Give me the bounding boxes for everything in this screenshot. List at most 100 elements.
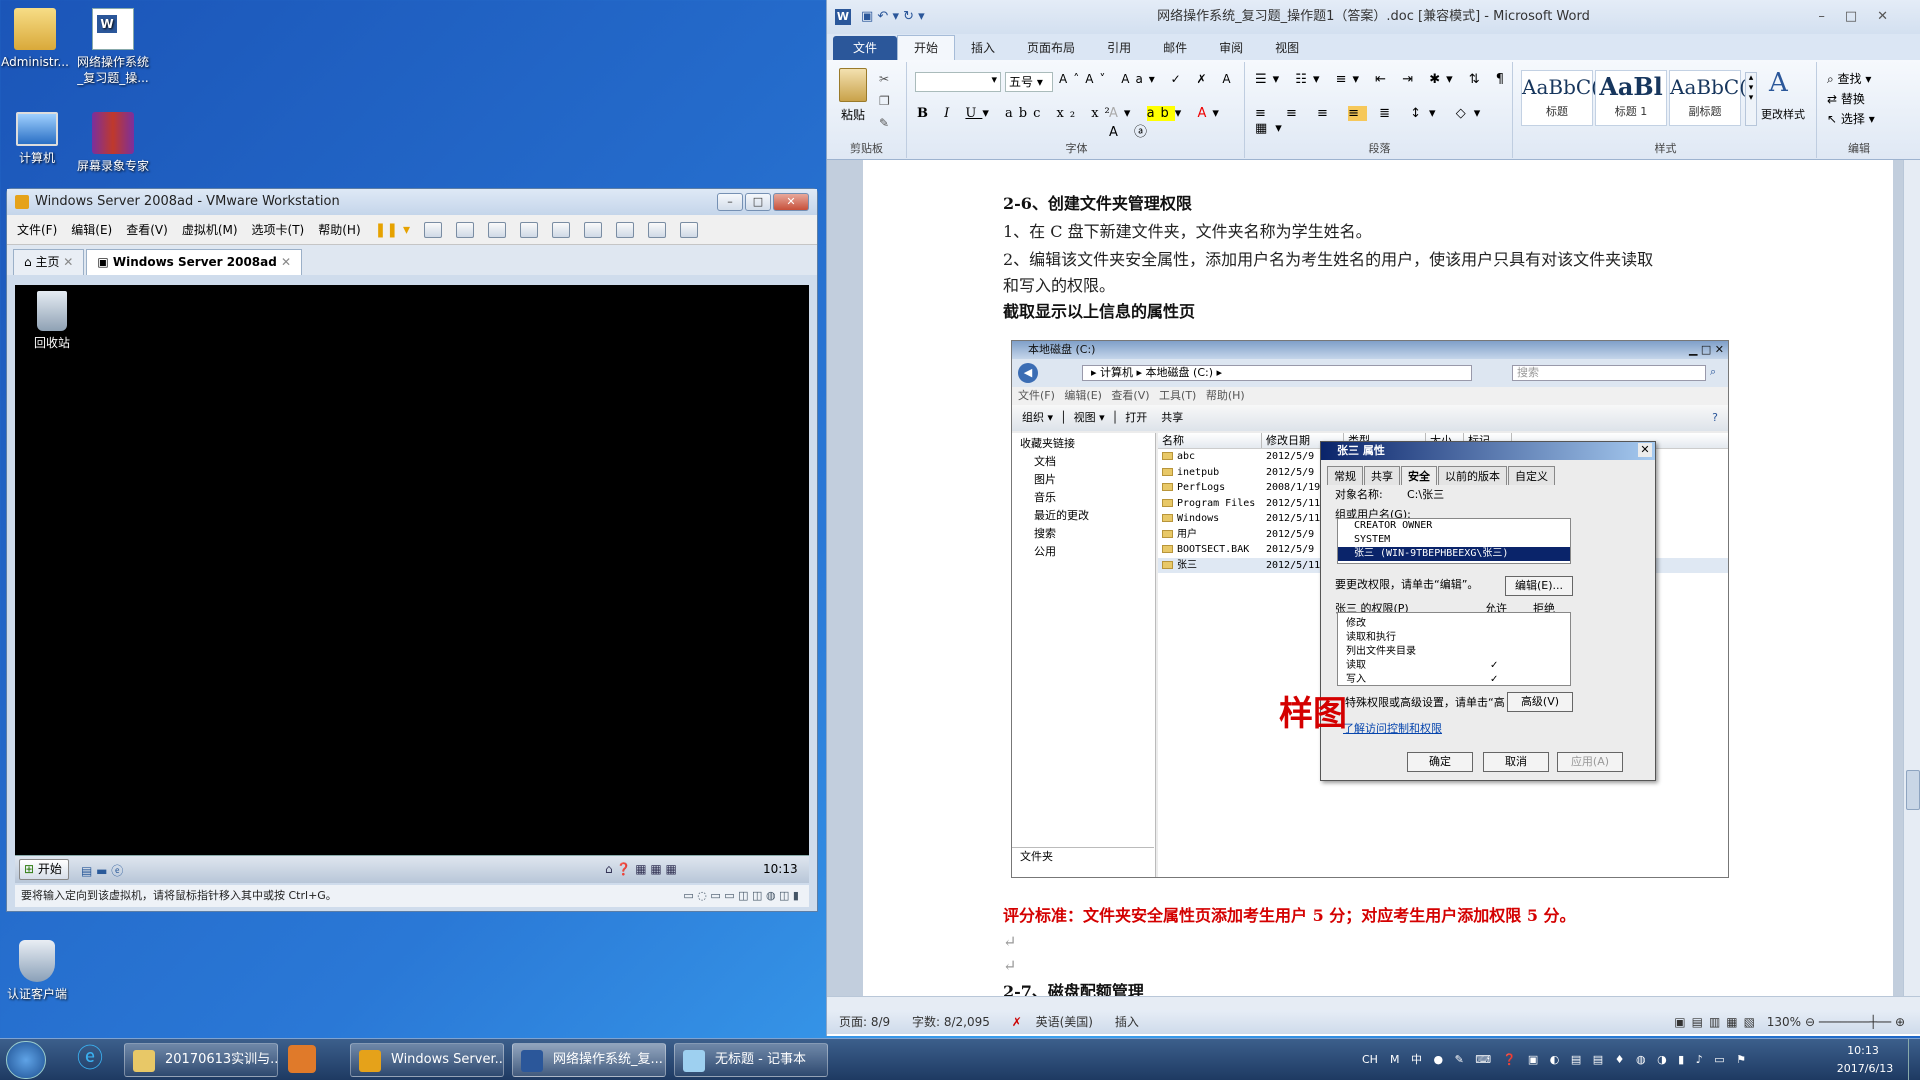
media-player-icon[interactable] — [288, 1045, 316, 1073]
doc-next-heading[interactable]: 2-7、磁盘配额管理 — [1003, 978, 1144, 996]
tab-review[interactable]: 审阅 — [1203, 36, 1259, 60]
guest-quicklaunch-icons[interactable]: ▤ ▬ ⓔ — [81, 862, 123, 879]
vertical-scrollbar[interactable] — [1903, 160, 1920, 996]
taskbar-vmware[interactable]: Windows Server... — [350, 1043, 504, 1077]
show-desktop-button[interactable] — [1908, 1039, 1920, 1080]
menu-file[interactable]: 文件(F) — [17, 221, 57, 238]
doc-line-3[interactable]: 和写入的权限。 — [1003, 272, 1115, 296]
word-titlebar[interactable]: W ▣ ↶ ▾ ↻ ▾ 网络操作系统_复习题_操作题1（答案）.doc [兼容模… — [827, 0, 1920, 34]
zoom-slider[interactable]: ⊖ ───────┼── ⊕ — [1805, 1010, 1905, 1034]
clock-date[interactable]: 2017/6/13 — [1832, 1060, 1898, 1080]
doc-caption[interactable]: 截取显示以上信息的属性页 — [1003, 298, 1195, 322]
guest-screen[interactable]: 回收站 — [15, 285, 809, 855]
desktop-icon-word-doc[interactable]: W 网络操作系统 _复习题_操... — [72, 8, 154, 86]
menu-edit[interactable]: 编辑(E) — [71, 221, 112, 238]
paste-icon[interactable] — [839, 68, 867, 102]
embedded-screenshot[interactable]: 本地磁盘 (C:) ▁ □ ✕ ◀ ▸ 计算机 ▸ 本地磁盘 (C:) ▸ 搜索… — [1011, 340, 1729, 878]
vmware-window[interactable]: Windows Server 2008ad - VMware Workstati… — [6, 188, 818, 912]
view-buttons[interactable]: ▣▤▥▦▧ — [1674, 1010, 1761, 1034]
maximize-button[interactable]: □ — [745, 193, 771, 211]
start-button[interactable] — [6, 1041, 46, 1079]
status-mode[interactable]: 插入 — [1115, 1015, 1139, 1029]
library-icon[interactable] — [680, 221, 698, 238]
menu-vm[interactable]: 虚拟机(M) — [182, 221, 238, 238]
language-indicator[interactable]: CH — [1362, 1039, 1378, 1080]
fullscreen-icon[interactable] — [616, 221, 634, 238]
tab-view[interactable]: 视图 — [1259, 36, 1315, 60]
document-area[interactable]: 2-6、创建文件夹管理权限 1、在 C 盘下新建文件夹，文件夹名称为学生姓名。 … — [827, 160, 1920, 996]
paste-button-label[interactable]: 粘贴 — [841, 106, 865, 123]
style-heading-1[interactable]: AaBl 标题 1 — [1595, 70, 1667, 126]
ie-icon[interactable]: ⓔ — [64, 1043, 116, 1077]
unity-icon[interactable] — [648, 221, 666, 238]
font-name-combo[interactable]: ▾ — [915, 72, 1001, 92]
console-view-icon[interactable] — [584, 221, 602, 238]
styles-scroll[interactable]: ▴ ▾ ▾ — [1745, 72, 1757, 126]
tab-windows-server[interactable]: ▣ Windows Server 2008ad ✕ — [86, 249, 303, 275]
menu-tabs[interactable]: 选项卡(T) — [252, 221, 305, 238]
taskbar-word[interactable]: 网络操作系统_复... — [512, 1043, 666, 1077]
tab-references[interactable]: 引用 — [1091, 36, 1147, 60]
doc-scoring[interactable]: 评分标准：文件夹安全属性页添加考生用户 5 分；对应考生用户添加权限 5 分。 — [1003, 902, 1576, 926]
status-words[interactable]: 字数: 8/2,095 — [912, 1015, 990, 1029]
pause-icon[interactable]: ❚❚ ▾ — [375, 222, 410, 238]
guest-recycle-bin[interactable]: 回收站 — [11, 291, 93, 351]
font-size-combo[interactable]: 五号 ▾ — [1005, 72, 1053, 92]
font-style-icons[interactable]: B I U▾ abc x₂ x² — [917, 106, 1116, 121]
replace-button[interactable]: ⇄ 替换 — [1827, 90, 1865, 107]
menu-view[interactable]: 查看(V) — [126, 221, 168, 238]
status-zoom[interactable]: 130% — [1767, 1010, 1801, 1034]
menu-help[interactable]: 帮助(H) — [318, 221, 360, 238]
desktop-icon-administrator[interactable]: Administr... — [0, 8, 76, 70]
word-window[interactable]: W ▣ ↶ ▾ ↻ ▾ 网络操作系统_复习题_操作题1（答案）.doc [兼容模… — [826, 0, 1920, 1036]
doc-heading[interactable]: 2-6、创建文件夹管理权限 — [1003, 190, 1192, 214]
style-title[interactable]: AaBbC(标题 — [1521, 70, 1599, 126]
sidebar-icon[interactable] — [552, 221, 570, 238]
close-tab-icon[interactable]: ✕ — [63, 255, 73, 269]
tab-home[interactable]: ⌂ 主页 ✕ — [13, 249, 85, 275]
change-styles-label[interactable]: 更改样式 — [1761, 106, 1805, 122]
scroll-thumb[interactable] — [1906, 770, 1920, 810]
taskbar-notepad[interactable]: 无标题 - 记事本 — [674, 1043, 828, 1077]
style-subtitle[interactable]: AaBbC(副标题 — [1669, 70, 1747, 126]
desktop-icon-computer[interactable]: 计算机 — [0, 112, 78, 166]
guest-start-button[interactable]: ⊞ 开始 — [19, 859, 69, 880]
font-color-icons[interactable]: A▾ ab▾ A▾ A ⓐ — [1109, 106, 1244, 140]
horizontal-scrollbar[interactable] — [827, 996, 1920, 1010]
device-icons[interactable]: ▭ ◌ ▭ ▭ ◫ ◫ ◍ ◫ ▮ — [683, 885, 799, 907]
proofing-icon[interactable]: ✗ — [1012, 1015, 1022, 1029]
revert-snapshot-icon[interactable] — [488, 221, 506, 238]
doc-line-1[interactable]: 1、在 C 盘下新建文件夹，文件夹名称为学生姓名。 — [1003, 218, 1372, 242]
align-icons[interactable]: ≡ ≡ ≡ ≡ ≣ ↕▾ ◇▾ ▦▾ — [1255, 106, 1512, 136]
doc-line-2[interactable]: 2、编辑该文件夹安全属性，添加用户名为考生姓名的用户，使该用户只具有对该文件夹读… — [1003, 246, 1653, 270]
tab-file[interactable]: 文件 — [833, 36, 898, 60]
font-format-icons[interactable]: A˄A˅ Aa▾ ✓ ✗ A — [1059, 72, 1237, 86]
tab-home[interactable]: 开始 — [897, 35, 956, 60]
status-language[interactable]: 英语(美国) — [1036, 1015, 1093, 1029]
taskbar-explorer[interactable]: 20170613实训与... — [124, 1043, 278, 1077]
change-styles-icon[interactable]: A — [1769, 68, 1788, 98]
snapshot-manager-icon[interactable] — [520, 221, 538, 238]
tab-mailings[interactable]: 邮件 — [1147, 36, 1203, 60]
close-tab-icon[interactable]: ✕ — [281, 255, 291, 269]
word-window-controls[interactable]: –□✕ — [1818, 0, 1908, 34]
close-button[interactable]: ✕ — [773, 193, 809, 211]
quick-access-icons[interactable]: ▣ ↶ ▾ ↻ ▾ — [861, 0, 925, 34]
find-button[interactable]: ⌕ 查找 ▾ — [1827, 70, 1871, 87]
desktop-icon-screen-recorder[interactable]: 屏幕录象专家 — [72, 112, 154, 174]
tray-icons[interactable]: M 中 ● ✎ ⌨ ❓ ▣ ◐ ▤ ▤ ♦ ◍ ◑ ▮ ♪ ▭ ⚑ — [1390, 1039, 1750, 1080]
document-page[interactable]: 2-6、创建文件夹管理权限 1、在 C 盘下新建文件夹，文件夹名称为学生姓名。 … — [863, 160, 1893, 996]
tab-insert[interactable]: 插入 — [955, 36, 1011, 60]
folder-icon — [1162, 452, 1173, 460]
status-page[interactable]: 页面: 8/9 — [839, 1015, 890, 1029]
list-icons[interactable]: ☰▾ ☷▾ ≡▾ ⇤ ⇥ ✱▾ ⇅ ¶ — [1255, 72, 1510, 87]
snapshot-icon[interactable] — [456, 221, 474, 238]
select-button[interactable]: ↖ 选择 ▾ — [1827, 110, 1875, 127]
replace-icon: ⇄ — [1827, 92, 1841, 106]
minimize-button[interactable]: – — [717, 193, 743, 211]
desktop-icon-auth-client[interactable]: 认证客户端 — [0, 940, 78, 1002]
vmware-titlebar[interactable]: Windows Server 2008ad - VMware Workstati… — [7, 189, 817, 215]
tab-page-layout[interactable]: 页面布局 — [1011, 36, 1091, 60]
send-ctrl-alt-del-icon[interactable] — [424, 221, 442, 238]
cut-copy-format-icons[interactable]: ✂ ❐ ✎ — [879, 68, 890, 134]
